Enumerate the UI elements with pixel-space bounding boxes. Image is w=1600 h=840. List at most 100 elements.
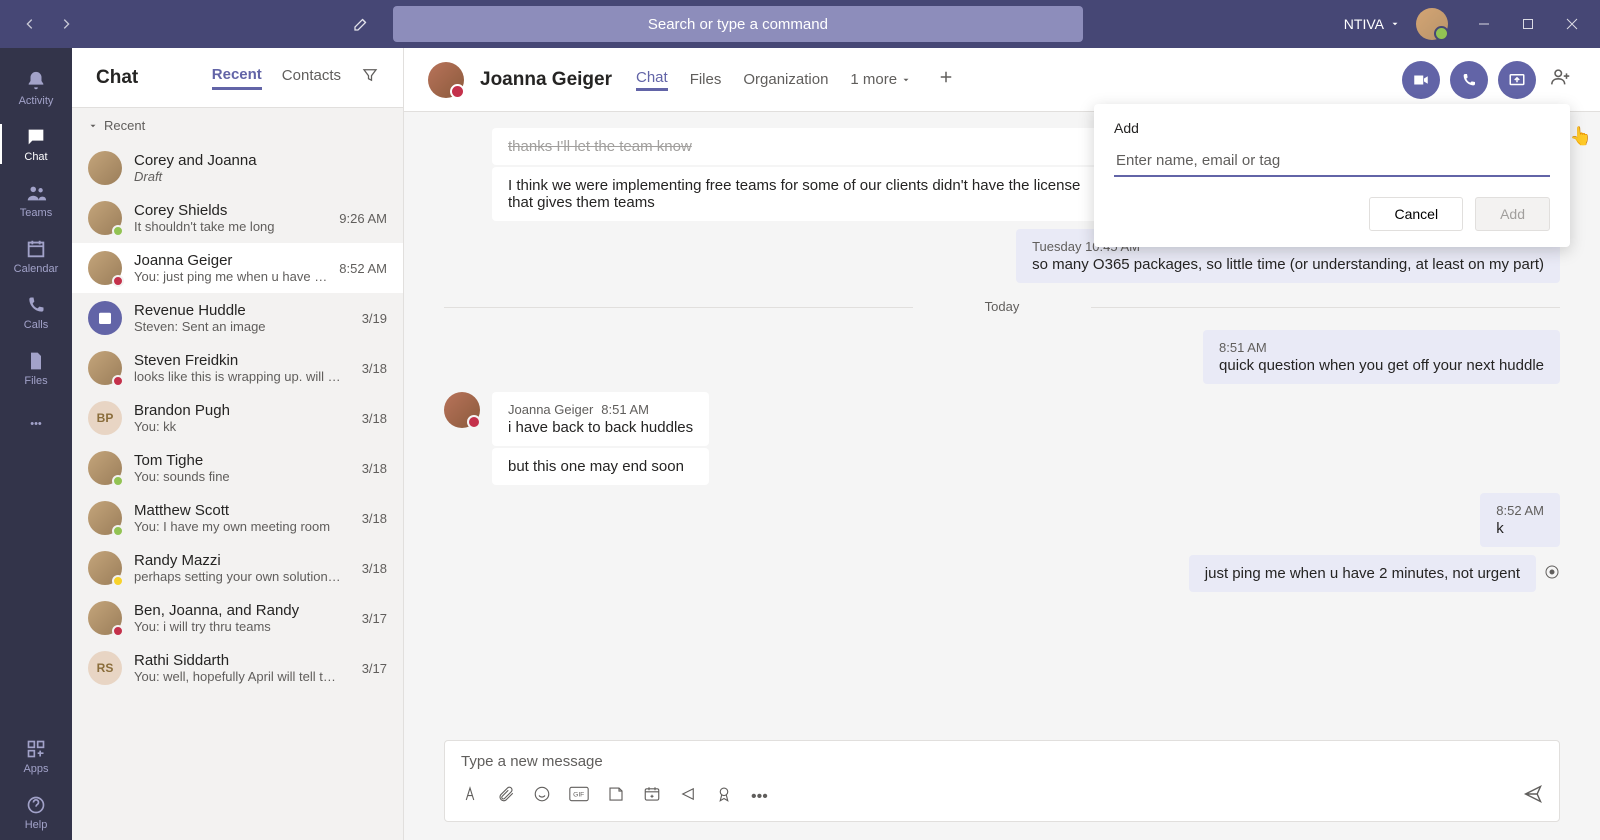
chat-preview: perhaps setting your own solution… bbox=[134, 569, 350, 584]
tab-files[interactable]: Files bbox=[690, 71, 722, 88]
chat-list-item[interactable]: Steven Freidkinlooks like this is wrappi… bbox=[72, 343, 403, 393]
chat-name: Rathi Siddarth bbox=[134, 652, 350, 669]
rail-label: Files bbox=[24, 375, 47, 387]
chat-name: Corey Shields bbox=[134, 202, 327, 219]
message-bubble[interactable]: 8:51 AM quick question when you get off … bbox=[1203, 330, 1560, 384]
rail-calendar[interactable]: Calendar bbox=[0, 228, 72, 284]
message-bubble[interactable]: I think we were implementing free teams … bbox=[492, 167, 1112, 221]
rail-label: Calls bbox=[24, 319, 48, 331]
chat-time: 3/18 bbox=[362, 511, 387, 526]
message-bubble[interactable]: thanks I'll let the team know bbox=[492, 128, 1112, 165]
send-button[interactable] bbox=[1523, 784, 1543, 809]
audio-call-button[interactable] bbox=[1450, 61, 1488, 99]
message-bubble[interactable]: 8:52 AM k bbox=[1480, 493, 1560, 547]
sticker-icon[interactable] bbox=[607, 785, 625, 808]
chat-time: 3/17 bbox=[362, 611, 387, 626]
section-header[interactable]: Recent bbox=[72, 108, 403, 143]
chat-header: Joanna Geiger Chat Files Organization 1 … bbox=[404, 48, 1600, 112]
emoji-icon[interactable] bbox=[533, 785, 551, 808]
compose-input[interactable]: Type a new message bbox=[461, 753, 1543, 770]
sender-name: Joanna Geiger bbox=[508, 402, 593, 417]
rail-files[interactable]: Files bbox=[0, 340, 72, 396]
chat-list-panel: Chat Recent Contacts RecentCorey and Joa… bbox=[72, 48, 404, 840]
chat-avatar bbox=[88, 251, 122, 285]
attach-icon[interactable] bbox=[497, 785, 515, 808]
read-receipt-icon bbox=[1544, 564, 1560, 583]
message-bubble[interactable]: just ping me when u have 2 minutes, not … bbox=[1189, 555, 1536, 592]
maximize-button[interactable] bbox=[1516, 12, 1540, 36]
titlebar: Search or type a command NTIVA bbox=[0, 0, 1600, 48]
chat-preview: You: i will try thru teams bbox=[134, 619, 350, 634]
help-icon bbox=[24, 793, 48, 817]
more-icon[interactable]: ••• bbox=[751, 788, 768, 806]
chat-name: Joanna Geiger bbox=[134, 252, 327, 269]
format-icon[interactable] bbox=[461, 785, 479, 808]
praise-icon[interactable] bbox=[715, 785, 733, 808]
tab-recent[interactable]: Recent bbox=[212, 66, 262, 90]
chat-list-item[interactable]: Joanna GeigerYou: just ping me when u ha… bbox=[72, 243, 403, 293]
sender-avatar[interactable] bbox=[444, 392, 480, 428]
svg-text:GIF: GIF bbox=[573, 792, 584, 799]
message-bubble[interactable]: Joanna Geiger8:51 AM i have back to back… bbox=[492, 392, 709, 446]
rail-apps[interactable]: Apps bbox=[0, 728, 72, 784]
gif-icon[interactable]: GIF bbox=[569, 786, 589, 807]
chat-list-item[interactable]: Tom TigheYou: sounds fine3/18 bbox=[72, 443, 403, 493]
filter-icon[interactable] bbox=[361, 66, 379, 89]
back-button[interactable] bbox=[16, 10, 44, 38]
chat-preview: You: sounds fine bbox=[134, 469, 350, 484]
chat-time: 3/18 bbox=[362, 411, 387, 426]
chat-list-item[interactable]: Matthew ScottYou: I have my own meeting … bbox=[72, 493, 403, 543]
contact-avatar[interactable] bbox=[428, 62, 464, 98]
add-people-button[interactable] bbox=[1546, 62, 1576, 97]
add-button[interactable]: Add bbox=[1475, 197, 1550, 231]
add-tab-button[interactable] bbox=[933, 64, 959, 95]
chat-list-item[interactable]: Corey and JoannaDraft bbox=[72, 143, 403, 193]
chat-avatar bbox=[88, 351, 122, 385]
rail-more[interactable]: ••• bbox=[0, 396, 72, 452]
rail-help[interactable]: Help bbox=[0, 784, 72, 840]
minimize-button[interactable] bbox=[1472, 12, 1496, 36]
rail-label: Help bbox=[25, 819, 48, 831]
chat-preview: looks like this is wrapping up. will … bbox=[134, 369, 350, 384]
chat-avatar: RS bbox=[88, 651, 122, 685]
rail-teams[interactable]: Teams bbox=[0, 172, 72, 228]
chat-list-item[interactable]: Ben, Joanna, and RandyYou: i will try th… bbox=[72, 593, 403, 643]
profile-avatar[interactable] bbox=[1416, 8, 1448, 40]
chat-preview: Steven: Sent an image bbox=[134, 319, 350, 334]
chat-name: Ben, Joanna, and Randy bbox=[134, 602, 350, 619]
chat-list-item[interactable]: BPBrandon PughYou: kk3/18 bbox=[72, 393, 403, 443]
close-button[interactable] bbox=[1560, 12, 1584, 36]
chat-list-item[interactable]: Revenue HuddleSteven: Sent an image3/19 bbox=[72, 293, 403, 343]
chat-list-item[interactable]: Randy Mazziperhaps setting your own solu… bbox=[72, 543, 403, 593]
message-bubble[interactable]: but this one may end soon bbox=[492, 448, 709, 485]
tab-organization[interactable]: Organization bbox=[743, 71, 828, 88]
chat-name: Randy Mazzi bbox=[134, 552, 350, 569]
chat-preview: It shouldn't take me long bbox=[134, 219, 327, 234]
rail-activity[interactable]: Activity bbox=[0, 60, 72, 116]
tenant-switcher[interactable]: NTIVA bbox=[1344, 16, 1400, 32]
chat-avatar bbox=[88, 601, 122, 635]
rail-calls[interactable]: Calls bbox=[0, 284, 72, 340]
search-input[interactable]: Search or type a command bbox=[393, 6, 1083, 42]
message-time: 8:51 AM bbox=[1219, 340, 1544, 355]
rail-chat[interactable]: Chat bbox=[0, 116, 72, 172]
tabs-more[interactable]: 1 more bbox=[850, 71, 911, 88]
tenant-label: NTIVA bbox=[1344, 16, 1384, 32]
cancel-button[interactable]: Cancel bbox=[1369, 197, 1463, 231]
screen-share-button[interactable] bbox=[1498, 61, 1536, 99]
chat-time: 3/18 bbox=[362, 361, 387, 376]
meet-now-icon[interactable] bbox=[643, 785, 661, 808]
chat-name: Steven Freidkin bbox=[134, 352, 350, 369]
forward-button[interactable] bbox=[52, 10, 80, 38]
tab-contacts[interactable]: Contacts bbox=[282, 67, 341, 88]
add-people-input[interactable] bbox=[1114, 146, 1550, 177]
chat-list-item[interactable]: RSRathi SiddarthYou: well, hopefully Apr… bbox=[72, 643, 403, 693]
teams-icon bbox=[24, 181, 48, 205]
new-message-icon[interactable] bbox=[341, 15, 381, 33]
message-text: quick question when you get off your nex… bbox=[1219, 357, 1544, 374]
chat-time: 3/18 bbox=[362, 461, 387, 476]
tab-chat[interactable]: Chat bbox=[636, 69, 668, 91]
video-call-button[interactable] bbox=[1402, 61, 1440, 99]
stream-icon[interactable] bbox=[679, 785, 697, 808]
chat-list-item[interactable]: Corey ShieldsIt shouldn't take me long9:… bbox=[72, 193, 403, 243]
